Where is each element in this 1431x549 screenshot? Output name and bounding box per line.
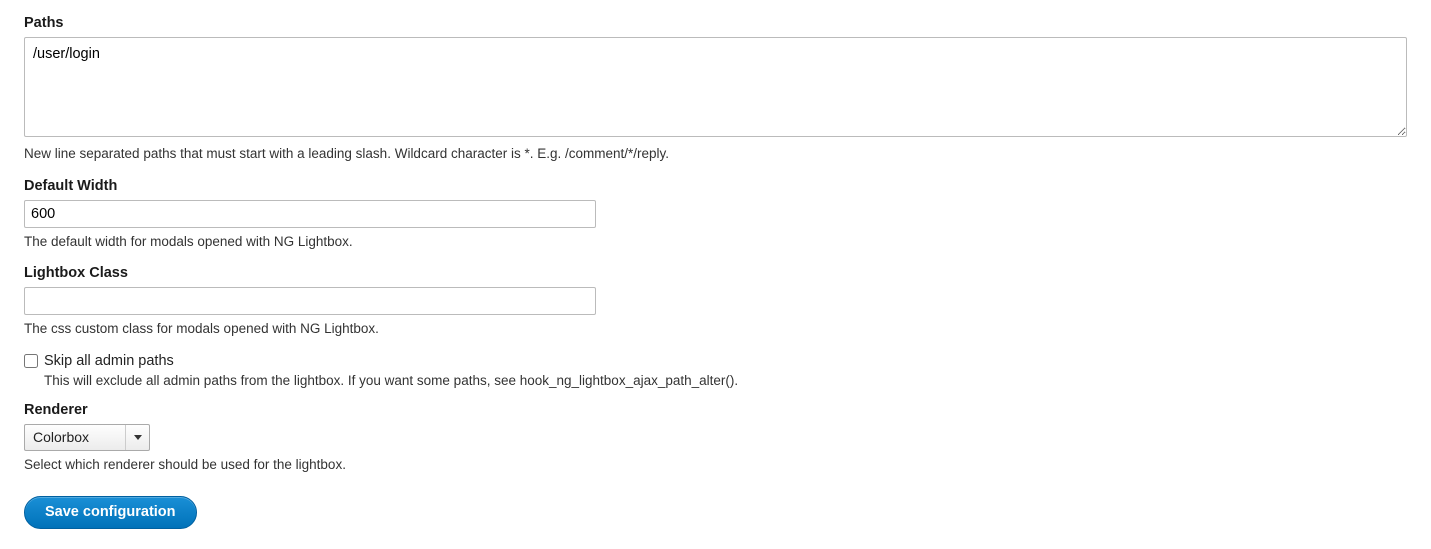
default-width-input[interactable] <box>24 200 596 228</box>
renderer-label: Renderer <box>24 402 1407 418</box>
default-width-field-wrapper: Default Width The default width for moda… <box>24 178 1407 252</box>
lightbox-class-input[interactable] <box>24 287 596 315</box>
default-width-description: The default width for modals opened with… <box>24 232 1407 252</box>
paths-textarea[interactable] <box>24 37 1407 137</box>
default-width-label: Default Width <box>24 178 1407 194</box>
paths-label: Paths <box>24 15 1407 31</box>
save-configuration-button[interactable]: Save configuration <box>24 496 197 529</box>
renderer-field-wrapper: Renderer Colorbox Select which renderer … <box>24 402 1407 475</box>
skip-admin-description: This will exclude all admin paths from t… <box>44 373 1407 388</box>
paths-description: New line separated paths that must start… <box>24 144 1407 164</box>
renderer-select[interactable]: Colorbox <box>24 424 150 451</box>
lightbox-class-field-wrapper: Lightbox Class The css custom class for … <box>24 265 1407 339</box>
lightbox-class-description: The css custom class for modals opened w… <box>24 319 1407 339</box>
skip-admin-field-wrapper: Skip all admin paths This will exclude a… <box>24 353 1407 388</box>
paths-field-wrapper: Paths New line separated paths that must… <box>24 15 1407 164</box>
renderer-description: Select which renderer should be used for… <box>24 455 1407 475</box>
renderer-selected-value: Colorbox <box>25 425 149 450</box>
lightbox-class-label: Lightbox Class <box>24 265 1407 281</box>
skip-admin-checkbox[interactable] <box>24 354 38 368</box>
skip-admin-label[interactable]: Skip all admin paths <box>44 353 174 369</box>
